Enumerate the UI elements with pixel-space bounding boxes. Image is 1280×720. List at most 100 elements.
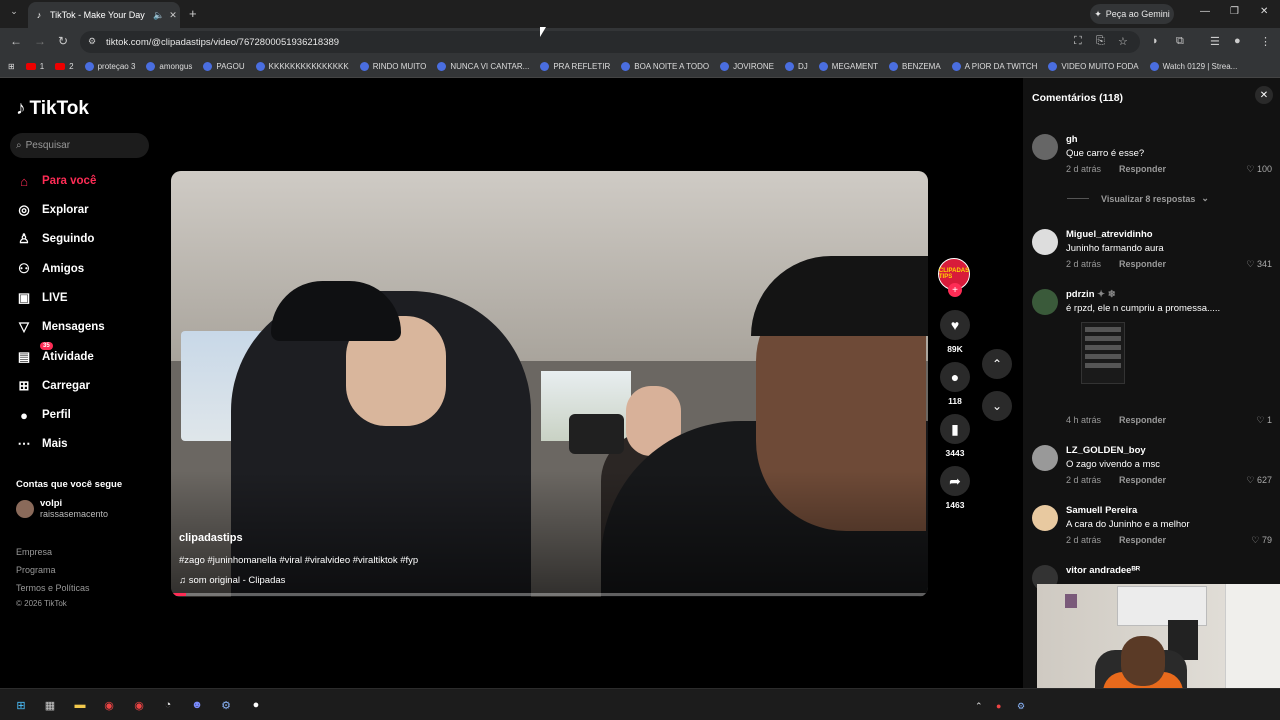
reply-button[interactable]: Responder bbox=[1119, 535, 1166, 545]
previous-video-button[interactable]: ⌃ bbox=[982, 349, 1012, 379]
bookmark-item[interactable]: 1 bbox=[25, 62, 44, 71]
avatar[interactable] bbox=[1032, 134, 1058, 160]
reading-list-icon[interactable]: ☰ bbox=[1210, 35, 1220, 48]
bookmark-item[interactable]: BENZEMA bbox=[889, 62, 941, 71]
video-hashtags[interactable]: #zago #juninhomanella #viral #viralvideo… bbox=[179, 555, 418, 566]
tray-app-icon[interactable]: ● bbox=[996, 701, 1001, 711]
bookmark-item[interactable]: RINDO MUITO bbox=[359, 62, 426, 71]
comment-like-button[interactable]: ♡ 341 bbox=[1246, 259, 1272, 270]
discord-icon[interactable]: ☻ bbox=[189, 697, 205, 713]
install-icon[interactable]: ⎘ bbox=[1096, 35, 1105, 48]
bookmark-item[interactable]: A PIOR DA TWITCH bbox=[951, 62, 1037, 71]
chrome-icon[interactable]: ◉ bbox=[101, 697, 117, 713]
bookmark-item[interactable]: 2 bbox=[55, 62, 74, 71]
bookmark-item[interactable]: proteçao 3 bbox=[84, 62, 135, 71]
sidebar-item-explorar[interactable]: ◎ Explorar bbox=[16, 199, 156, 221]
sidebar-item-para-voce[interactable]: ⌂ Para você bbox=[16, 170, 156, 192]
comment-like-button[interactable]: ♡ 79 bbox=[1251, 535, 1272, 546]
avatar[interactable] bbox=[1032, 289, 1058, 315]
reload-icon[interactable]: ↻ bbox=[58, 34, 68, 48]
extension-icon[interactable]: ◗ bbox=[1152, 35, 1159, 47]
windows-start-icon[interactable]: ⊞ bbox=[13, 697, 29, 713]
comment-author[interactable]: pdrzin ✦ ❄ bbox=[1066, 289, 1116, 300]
bookmark-item[interactable]: PRA REFLETIR bbox=[540, 62, 610, 71]
tray-steam-icon[interactable]: ⚙ bbox=[1017, 701, 1025, 712]
comment-button[interactable]: ● 118 bbox=[938, 362, 972, 406]
extensions-puzzle-icon[interactable]: ⧉ bbox=[1176, 35, 1184, 48]
file-explorer-icon[interactable]: ▬ bbox=[72, 697, 88, 713]
comment-author[interactable]: Miguel_atrevidinho bbox=[1066, 229, 1153, 240]
bookmark-item[interactable]: KKKKKKKKKKKKKKK bbox=[255, 62, 349, 71]
close-window-icon[interactable]: ✕ bbox=[1260, 6, 1268, 17]
speaker-icon[interactable]: 🔈 bbox=[152, 10, 166, 21]
share-button[interactable]: ➦ 1463 bbox=[938, 466, 972, 510]
avatar[interactable] bbox=[1032, 229, 1058, 255]
tray-chevron-up-icon[interactable]: ⌃ bbox=[975, 701, 983, 712]
video-player[interactable]: clipadastips #zago #juninhomanella #vira… bbox=[171, 171, 928, 597]
comment-like-button[interactable]: ♡ 1 bbox=[1256, 415, 1272, 426]
footer-link-empresa[interactable]: Empresa bbox=[16, 547, 52, 557]
comment-like-button[interactable]: ♡ 100 bbox=[1246, 164, 1272, 175]
reply-button[interactable]: Responder bbox=[1119, 475, 1166, 485]
reply-button[interactable]: Responder bbox=[1119, 164, 1166, 174]
sidebar-item-perfil[interactable]: ● Perfil bbox=[16, 404, 156, 426]
like-button[interactable]: ♥ 89K bbox=[938, 310, 972, 354]
comment-author[interactable]: vitor andradeeᴮᴿ bbox=[1066, 565, 1140, 576]
close-comments-button[interactable]: ✕ bbox=[1255, 86, 1273, 104]
url-field[interactable]: ⚙ tiktok.com/@clipadastips/video/7672800… bbox=[80, 31, 1140, 53]
bookmark-item[interactable]: PAGOU bbox=[203, 62, 245, 71]
site-info-icon[interactable]: ⚙ bbox=[88, 36, 96, 47]
followed-account[interactable]: volpi raissasemacento bbox=[16, 498, 108, 519]
new-tab-icon[interactable]: + bbox=[189, 6, 197, 21]
reply-button[interactable]: Responder bbox=[1119, 415, 1166, 425]
reply-button[interactable]: Responder bbox=[1119, 259, 1166, 269]
clock-app-icon[interactable]: ◔ bbox=[160, 697, 176, 713]
bookmark-item[interactable]: Watch 0129 | Strea... bbox=[1149, 62, 1237, 71]
avatar[interactable] bbox=[1032, 445, 1058, 471]
sidebar-item-carregar[interactable]: ⊞ Carregar bbox=[16, 375, 156, 397]
search-input[interactable]: ⌕ Pesquisar bbox=[10, 133, 149, 158]
next-video-button[interactable]: ⌄ bbox=[982, 391, 1012, 421]
bookmark-item[interactable]: VIDEO MUITO FODA bbox=[1048, 62, 1139, 71]
video-username[interactable]: clipadastips bbox=[179, 532, 243, 544]
apps-grid-icon[interactable]: ⊞ bbox=[8, 62, 15, 71]
bookmark-star-icon[interactable]: ☆ bbox=[1118, 35, 1128, 48]
translate-icon[interactable]: ⛶ bbox=[1074, 35, 1082, 48]
gemini-button[interactable]: ✦ Peça ao Gemini bbox=[1090, 4, 1174, 24]
comment-author[interactable]: LZ_GOLDEN_boy bbox=[1066, 445, 1146, 456]
comment-image-thumbnail[interactable] bbox=[1081, 322, 1125, 384]
follow-plus-icon[interactable]: + bbox=[948, 283, 962, 297]
sidebar-item-atividade[interactable]: ▤ 35 Atividade bbox=[16, 342, 156, 368]
sidebar-item-seguindo[interactable]: ♙ Seguindo bbox=[16, 228, 156, 250]
minimize-icon[interactable]: — bbox=[1200, 6, 1210, 17]
comment-author[interactable]: gh bbox=[1066, 134, 1078, 145]
video-sound[interactable]: ♫ som original - Clipadas bbox=[179, 575, 285, 586]
view-replies-button[interactable]: Visualizar 8 respostas ⌄ bbox=[1067, 193, 1209, 204]
sidebar-item-mensagens[interactable]: ▽ Mensagens bbox=[16, 316, 156, 338]
profile-avatar-icon[interactable]: ● bbox=[1234, 35, 1241, 47]
bookmark-item[interactable]: amongus bbox=[146, 62, 192, 71]
restore-icon[interactable]: ❐ bbox=[1230, 6, 1239, 17]
comment-author[interactable]: Samuell Pereira bbox=[1066, 505, 1137, 516]
bookmark-item[interactable]: BOA NOITE A TODO bbox=[621, 62, 709, 71]
browser-tab[interactable]: ♪ TikTok - Make Your Day 🔈 ✕ bbox=[28, 2, 180, 28]
sidebar-item-mais[interactable]: ⋯ Mais bbox=[16, 433, 156, 455]
avatar[interactable] bbox=[1032, 505, 1058, 531]
video-progress-bar[interactable] bbox=[171, 593, 928, 596]
menu-dots-icon[interactable]: ⋮ bbox=[1260, 35, 1271, 48]
bookmark-item[interactable]: JOVIRONE bbox=[720, 62, 774, 71]
close-tab-icon[interactable]: ✕ bbox=[166, 10, 180, 21]
calculator-icon[interactable]: ▦ bbox=[42, 697, 58, 713]
tiktok-logo[interactable]: ♪ TikTok bbox=[16, 98, 89, 120]
back-icon[interactable]: ← bbox=[10, 34, 22, 48]
sidebar-item-live[interactable]: ▣ LIVE bbox=[16, 287, 156, 309]
obs-icon[interactable]: ● bbox=[248, 697, 264, 713]
comment-like-button[interactable]: ♡ 627 bbox=[1246, 475, 1272, 486]
save-button[interactable]: ▮ 3443 bbox=[938, 414, 972, 458]
tab-search-icon[interactable]: ⌄ bbox=[6, 6, 22, 22]
chrome-active-icon[interactable]: ◉ bbox=[131, 697, 147, 713]
sidebar-item-amigos[interactable]: ⚇ Amigos bbox=[16, 258, 156, 280]
bookmark-item[interactable]: DJ bbox=[784, 62, 808, 71]
footer-link-termos[interactable]: Termos e Políticas bbox=[16, 583, 90, 593]
footer-link-programa[interactable]: Programa bbox=[16, 565, 56, 575]
